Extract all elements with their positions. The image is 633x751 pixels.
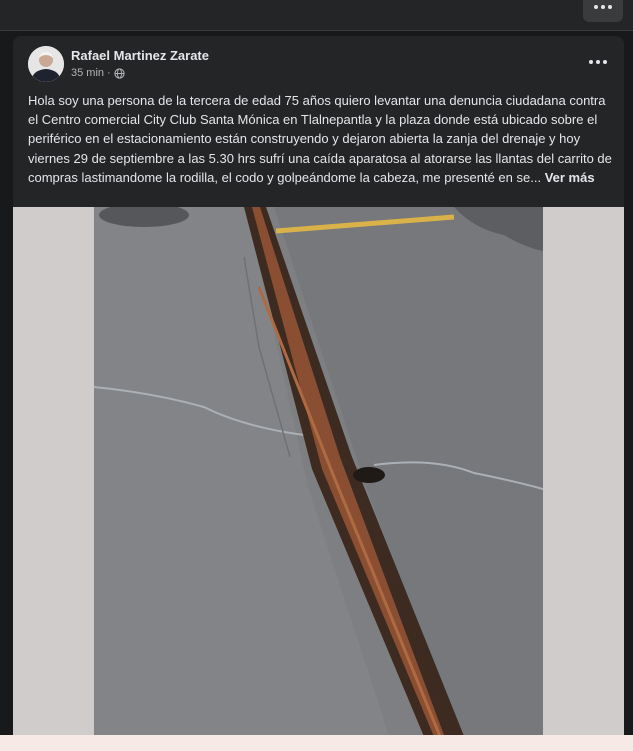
- post-text: Hola soy una persona de la tercera de ed…: [28, 91, 613, 187]
- post-meta: 35 min ·: [71, 67, 125, 79]
- globe-icon: [114, 67, 125, 79]
- post-more-button[interactable]: [586, 50, 610, 74]
- post-card: Rafael Martinez Zarate 35 min · Hola soy…: [13, 36, 624, 751]
- trench-photo: [94, 207, 543, 751]
- post-author[interactable]: Rafael Martinez Zarate: [71, 48, 209, 63]
- see-more-link[interactable]: Ver más: [545, 170, 595, 185]
- avatar[interactable]: [28, 46, 64, 82]
- post-time[interactable]: 35 min: [71, 67, 104, 79]
- more-horizontal-icon: [589, 60, 607, 64]
- meta-separator: ·: [107, 67, 111, 79]
- bottom-strip: [0, 735, 633, 751]
- top-bar: [0, 0, 633, 31]
- top-more-button[interactable]: [583, 0, 623, 22]
- post-body: Hola soy una persona de la tercera de ed…: [28, 93, 612, 185]
- post-photo[interactable]: [13, 207, 624, 751]
- more-horizontal-icon: [594, 5, 612, 9]
